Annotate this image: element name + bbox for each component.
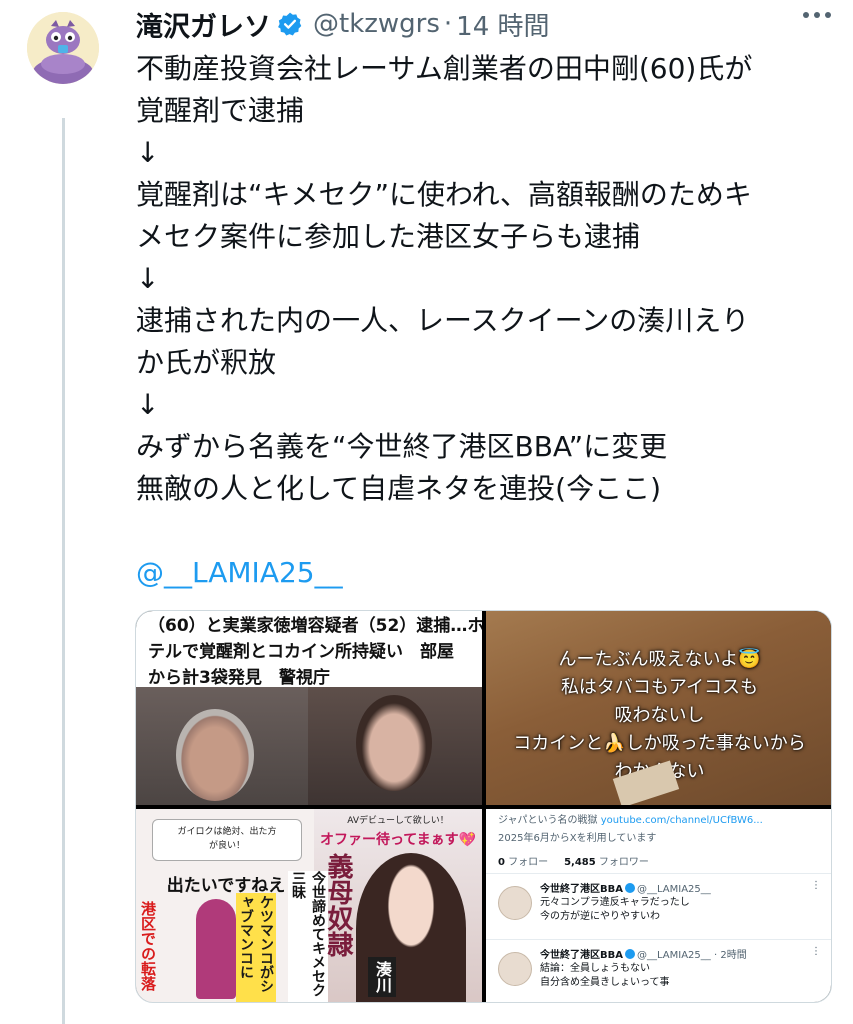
following-count: 0: [498, 857, 505, 868]
news-photo-woman: [308, 687, 482, 805]
dancer-figure: [196, 899, 236, 999]
caption-line: コカインと🍌しか吸った事ないから: [513, 733, 806, 754]
caption-line: 吸わないし: [614, 705, 705, 726]
tweet-line: ↓: [136, 388, 160, 421]
tweet-line: みずから名義を“今世終了港区BBA”に変更: [136, 430, 668, 463]
bio-text: ジャパという名の戦獄: [498, 815, 598, 826]
news-photo-man: [136, 687, 308, 805]
tweet-line: 不動産投資会社レーサム創業者の田中剛(60)氏が: [136, 52, 753, 85]
news-headline: （60）と実業家徳増容疑者（52）逮捕…ホ テルで覚醒剤とコカイン所持疑い 部屋…: [148, 613, 482, 691]
speech-bubble: ガイロクは絶対、出た方 が良い！: [152, 819, 302, 861]
tweet-line: ↓: [136, 136, 160, 169]
avatar-snake-icon: [27, 12, 99, 84]
profile-bio: ジャパという名の戦獄 youtube.com/channel/UCfBW6...: [498, 811, 763, 826]
tweet-line: 覚醒剤で逮捕: [136, 94, 305, 127]
cover-name: 湊川: [368, 957, 396, 997]
caption-line: んーたぶん吸えないよ😇: [558, 649, 761, 670]
verified-badge-icon: [278, 12, 302, 36]
user-avatar[interactable]: [27, 12, 99, 84]
mini-line: 結論：全員しょうもない: [540, 963, 650, 974]
mini-tweet-body: 元々コンプラ違反キャラだったし 今の方が逆にやりやすいわ: [540, 896, 690, 924]
caption-line: 私はタバコもアイコスも: [560, 677, 759, 698]
mini-tweet: 今世終了港区BBA @__LAMIA25__ · 2時間 ⋮ 結論：全員しょうもな…: [486, 939, 831, 1001]
news-line: テルで覚醒剤とコカイン所持疑い 部屋: [148, 642, 454, 662]
more-options-icon[interactable]: [803, 12, 831, 18]
display-name[interactable]: 滝沢ガレソ: [136, 5, 271, 44]
tweet-line: か氏が釈放: [136, 346, 277, 379]
news-line: （60）と実業家徳増容疑者（52）逮捕…ホ: [148, 616, 482, 636]
mini-more-icon: ⋮: [811, 880, 821, 891]
tweet-line: 無敵の人と化して自虐ネタを連投(今ここ): [136, 472, 662, 505]
mini-line: 元々コンプラ違反キャラだったし: [540, 897, 690, 908]
want-out-text: 出たいですねえ: [166, 876, 286, 896]
following-label: フォロー: [508, 857, 549, 868]
tweet-line: ↓: [136, 262, 160, 295]
user-handle[interactable]: @tkzwgrs: [313, 9, 440, 39]
joined-date: 2025年6月からXを利用しています: [498, 833, 657, 844]
mini-line: 今の方が逆にやりやすいわ: [540, 911, 660, 922]
media-news-screenshot[interactable]: （60）と実業家徳増容疑者（52）逮捕…ホ テルで覚醒剤とコカイン所持疑い 部屋…: [136, 611, 482, 805]
mini-more-icon: ⋮: [811, 946, 821, 957]
separator-dot: ·: [443, 9, 453, 39]
vertical-caption-left: 港区での転落: [139, 901, 157, 991]
media-profile-screenshot[interactable]: ジャパという名の戦獄 youtube.com/channel/UCfBW6...…: [486, 809, 831, 1002]
followers-label: フォロワー: [598, 857, 649, 868]
media-grid[interactable]: （60）と実業家徳増容疑者（52）逮捕…ホ テルで覚醒剤とコカイン所持疑い 部屋…: [135, 610, 832, 1003]
mini-handle: @__LAMIA25__: [636, 950, 711, 961]
av-debut-text: AVデビューして欲しい！: [347, 816, 449, 826]
mini-name: 今世終了港区BBA: [540, 950, 623, 961]
mini-verified-icon: [624, 883, 635, 893]
cover-title: 義母奴隷: [323, 853, 353, 957]
mini-tweet: 今世終了港区BBA @__LAMIA25__ ⋮ 元々コンプラ違反キャラだったし …: [486, 873, 831, 935]
tweet-line: 覚醒剤は“キメセク”に使われ、高額報酬のためキ: [136, 178, 752, 211]
youtube-link: youtube.com/channel/UCfBW6...: [600, 815, 763, 826]
mini-tweet-header: 今世終了港区BBA @__LAMIA25__: [540, 880, 711, 895]
mini-tweet-header: 今世終了港区BBA @__LAMIA25__ · 2時間: [540, 946, 747, 961]
offer-text: オファー待ってまぁす💖: [319, 832, 477, 848]
mini-verified-icon: [624, 949, 635, 959]
thread-line: [62, 118, 65, 1024]
tweet-time[interactable]: 14 時間: [456, 6, 549, 43]
mini-avatar: [498, 886, 532, 920]
follow-counts: 0 フォロー 5,485 フォロワー: [498, 853, 649, 868]
followers-count: 5,485: [564, 857, 596, 868]
tweet-text: 不動産投資会社レーサム創業者の田中剛(60)氏が 覚醒剤で逮捕 ↓ 覚醒剤は“キ…: [136, 48, 836, 594]
tweet-line: メセク案件に参加した港区女子らも逮捕: [136, 220, 641, 253]
mini-avatar: [498, 952, 532, 986]
tweet-line: 逮捕された内の一人、レースクイーンの湊川えり: [136, 304, 750, 337]
mention-link[interactable]: @__LAMIA25__: [136, 552, 836, 594]
media-caption-image[interactable]: んーたぶん吸えないよ😇 私はタバコもアイコスも 吸わないし コカインと🍌しか吸っ…: [486, 611, 831, 805]
tweet-header: 滝沢ガレソ @tkzwgrs · 14 時間: [136, 4, 550, 44]
vertical-caption-mid: ケツマンコがシャブマンコに: [236, 893, 276, 1002]
media-collage[interactable]: ガイロクは絶対、出た方 が良い！ 出たいですねえ 港区での転落 ケツマンコがシャ…: [136, 809, 482, 1002]
tweet-line: [136, 510, 836, 552]
mini-time: · 2時間: [713, 950, 747, 961]
mini-tweet-body: 結論：全員しょうもない 自分含め全員きしょいって事: [540, 962, 670, 990]
mini-line: 自分含め全員きしょいって事: [540, 977, 670, 988]
mini-handle: @__LAMIA25__: [636, 884, 711, 895]
mini-name: 今世終了港区BBA: [540, 884, 623, 895]
